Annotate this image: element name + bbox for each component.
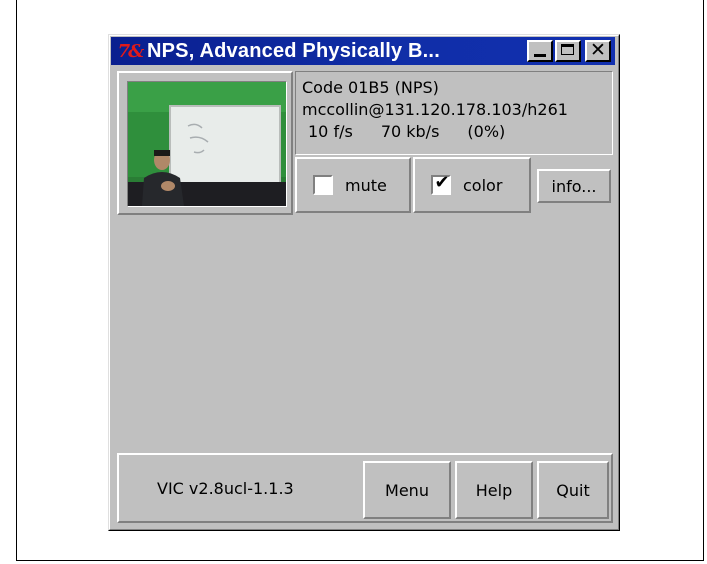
footer-bar: VIC v2.8ucl-1.1.3 Menu Help Quit bbox=[117, 453, 613, 523]
mute-checkbox[interactable] bbox=[313, 175, 333, 195]
bitrate: 70 kb/s bbox=[380, 122, 440, 141]
quit-button[interactable]: Quit bbox=[537, 461, 609, 519]
vic-window: 7& NPS, Advanced Physically B... ✕ Code … bbox=[108, 34, 620, 531]
maximize-icon bbox=[561, 44, 574, 55]
source-address: mccollin@131.120.178.103/h261 bbox=[302, 100, 568, 119]
video-frame-image bbox=[128, 82, 286, 206]
version-label: VIC v2.8ucl-1.1.3 bbox=[157, 479, 294, 498]
color-checkbox[interactable]: ✔ bbox=[431, 172, 451, 195]
help-button[interactable]: Help bbox=[455, 461, 533, 519]
mute-checkbox-group[interactable]: mute bbox=[295, 157, 411, 213]
tk-logo-icon[interactable]: 7& bbox=[115, 38, 145, 64]
frame-rate: 10 f/s bbox=[308, 122, 353, 141]
window-controls: ✕ bbox=[527, 39, 611, 62]
maximize-button[interactable] bbox=[555, 40, 581, 62]
source-code: Code 01B5 (NPS) bbox=[302, 78, 439, 97]
close-icon: ✕ bbox=[590, 39, 606, 61]
source-info-panel[interactable]: Code 01B5 (NPS) mccollin@131.120.178.103… bbox=[295, 71, 613, 155]
mute-label: mute bbox=[345, 175, 387, 195]
video-thumbnail-frame[interactable] bbox=[117, 71, 293, 215]
color-checkbox-group[interactable]: ✔ color bbox=[413, 157, 531, 213]
color-label: color bbox=[463, 175, 503, 195]
menu-button[interactable]: Menu bbox=[363, 461, 451, 519]
video-thumbnail[interactable] bbox=[127, 81, 287, 207]
check-mark-icon: ✔ bbox=[434, 172, 450, 193]
close-button[interactable]: ✕ bbox=[585, 39, 611, 62]
minimize-button[interactable] bbox=[527, 40, 553, 62]
minimize-icon bbox=[534, 54, 546, 57]
loss-rate: (0%) bbox=[467, 122, 506, 141]
window-title: NPS, Advanced Physically B... bbox=[147, 39, 440, 62]
title-bar[interactable]: 7& NPS, Advanced Physically B... ✕ bbox=[111, 37, 615, 65]
info-button[interactable]: info... bbox=[537, 169, 611, 203]
source-stats: 10 f/s 70 kb/s (0%) bbox=[302, 121, 612, 143]
